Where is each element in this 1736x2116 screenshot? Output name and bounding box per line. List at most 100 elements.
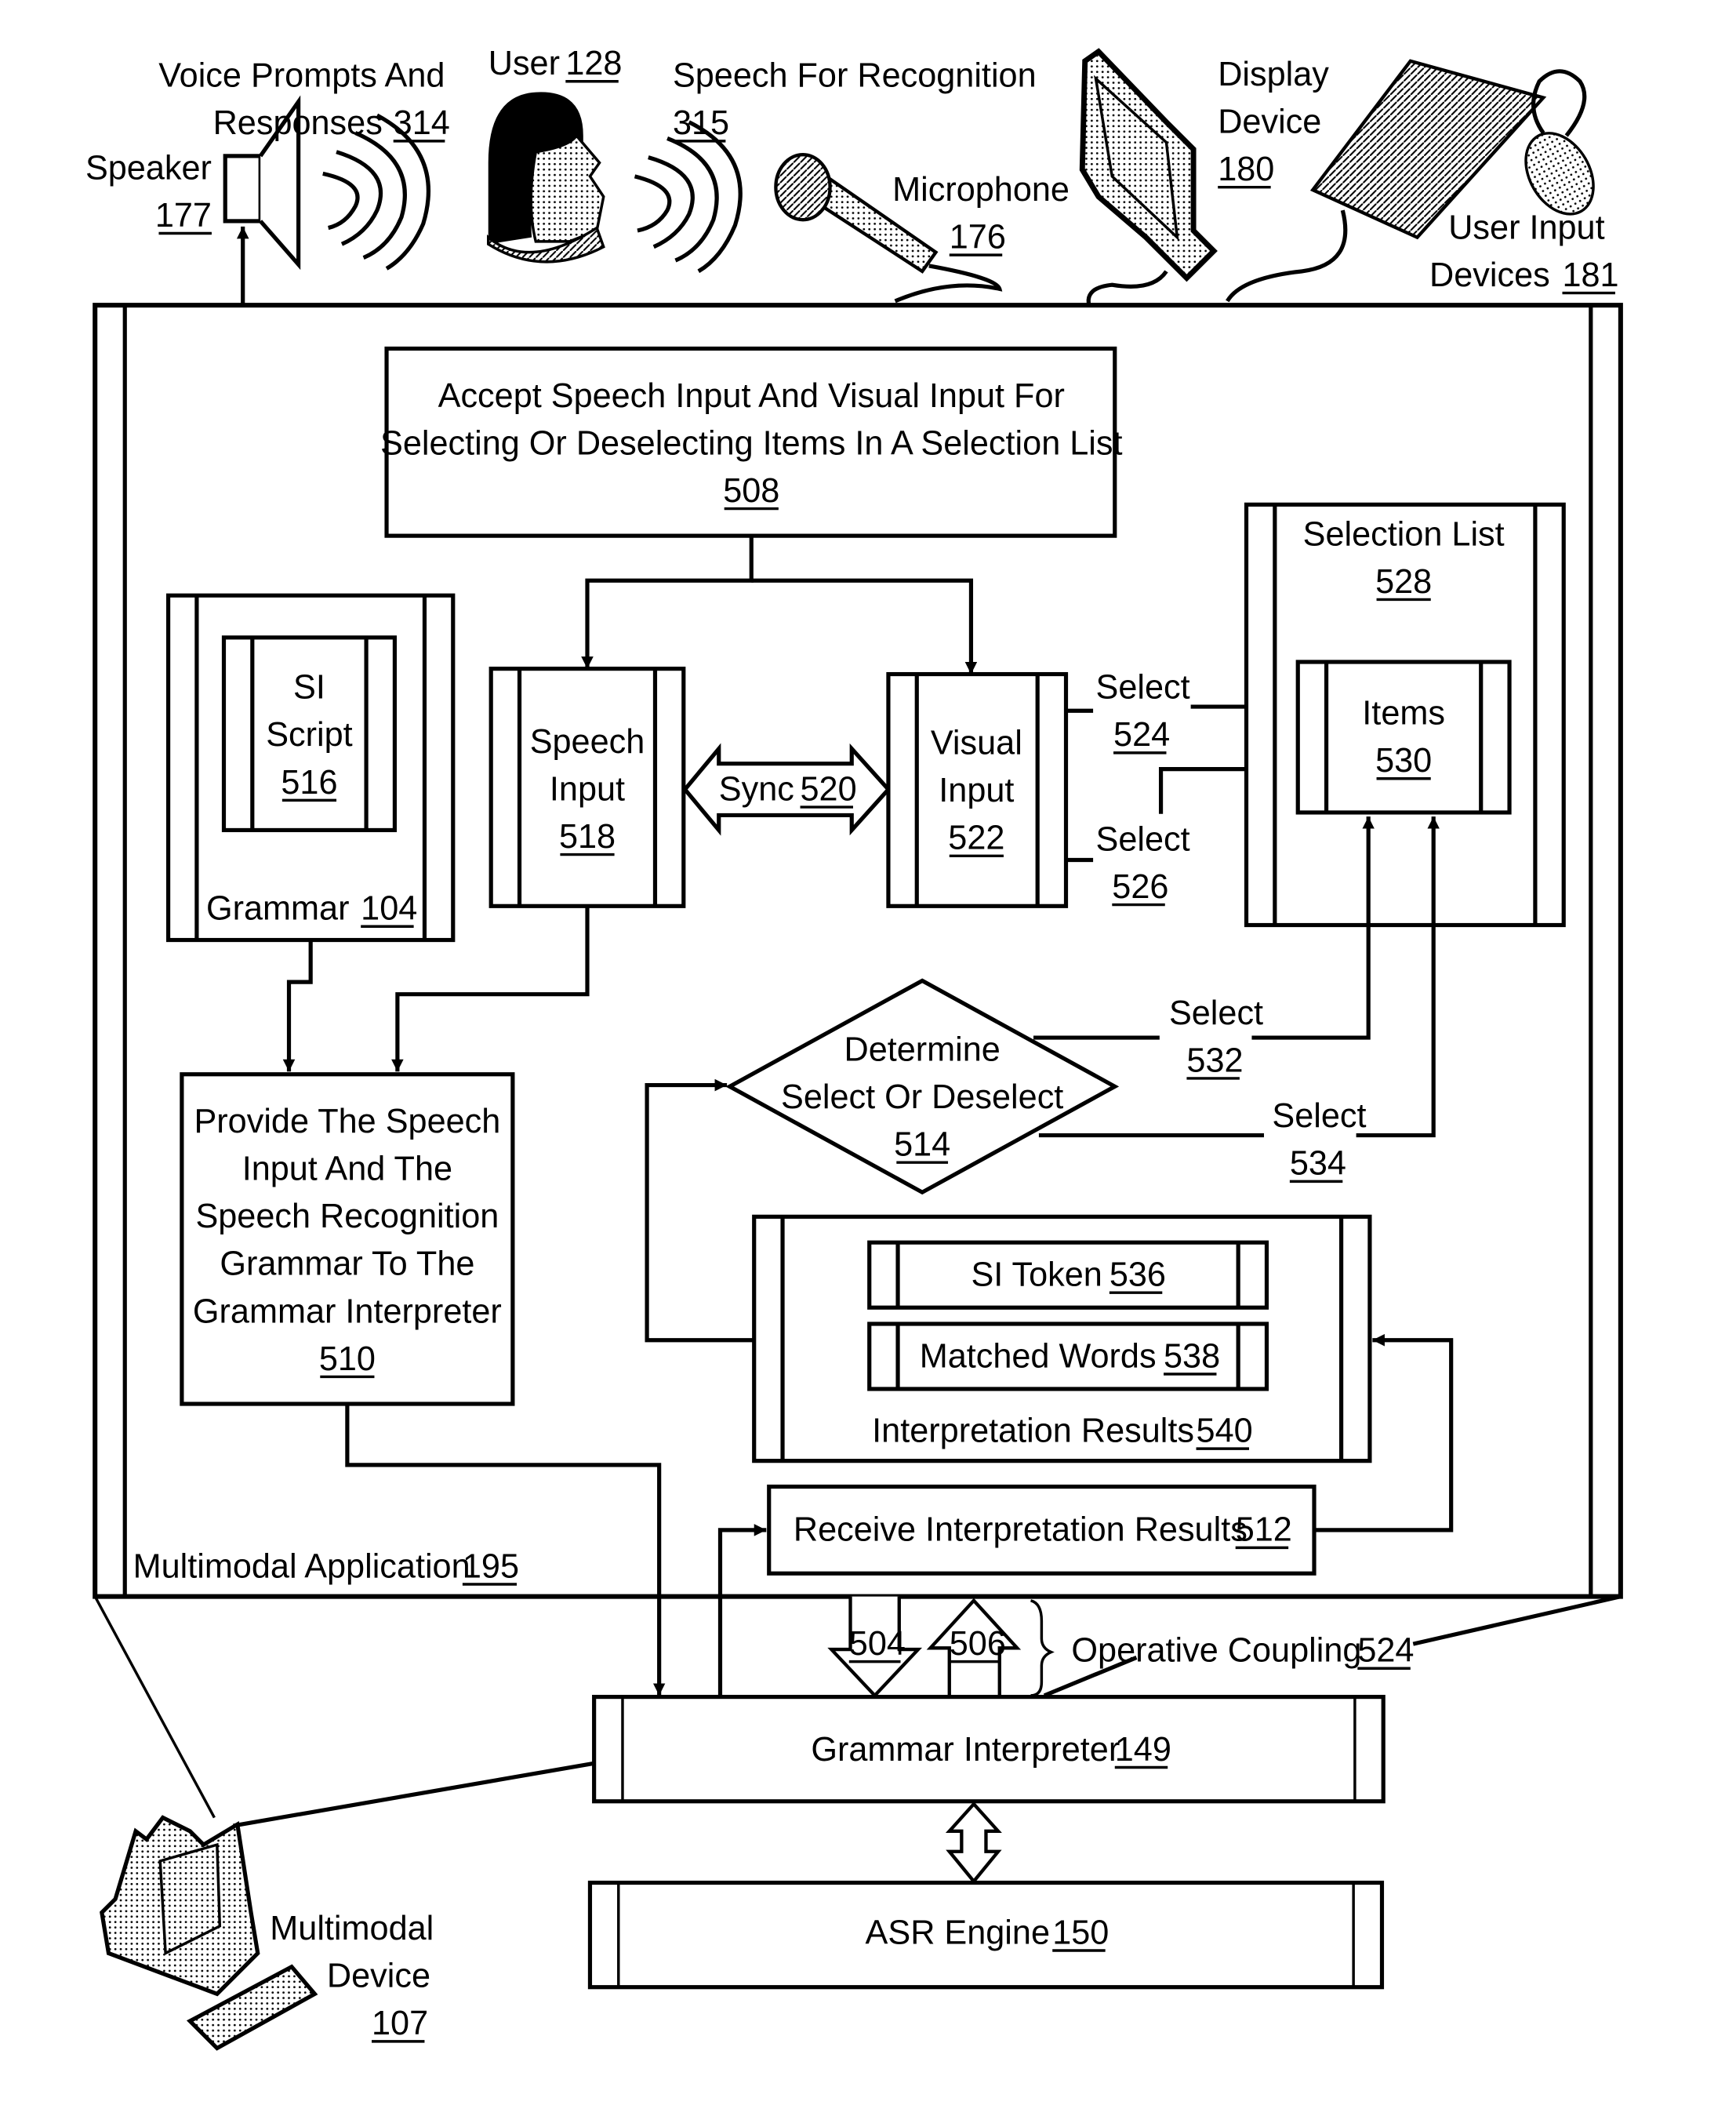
multimodal-application-ref: 195	[463, 1547, 519, 1585]
si-script-ref: 516	[281, 764, 337, 802]
select-526-label: Select	[1096, 820, 1190, 858]
grammar-interpreter-ref: 149	[1115, 1731, 1171, 1769]
visual-input-ref: 522	[948, 820, 1004, 857]
user-input-devices-label-2: Devices	[1429, 256, 1550, 294]
decision-ref: 514	[894, 1126, 950, 1164]
user-input-devices-label-1: User Input	[1448, 209, 1604, 246]
arrow-grammar-interpreter-to-512	[717, 1524, 767, 1696]
speech-input-518: Speech Input 518	[488, 667, 686, 908]
visual-input-line-1: Visual	[931, 725, 1022, 762]
device-connector-left	[93, 1595, 216, 1819]
step-508-accept-input: Accept Speech Input And Visual Input For…	[380, 346, 1123, 538]
arrow-interpreter-asr	[945, 1801, 1002, 1885]
voice-prompts-ref: 314	[394, 104, 450, 142]
speech-input-line-2: Input	[550, 770, 625, 808]
si-script-516: SI Script 516	[221, 635, 398, 833]
display-device-label-2: Device	[1218, 103, 1321, 140]
step-512-receive-results: Receive Interpretation Results 512	[767, 1484, 1317, 1576]
display-device-ref: 180	[1218, 151, 1274, 188]
multimodal-device-icon: Multimodal Device 107	[100, 1815, 434, 2051]
si-token-ref: 536	[1110, 1256, 1166, 1294]
speech-input-line-1: Speech	[530, 723, 645, 761]
device-connector-right	[233, 1761, 595, 1828]
si-script-line-2: Script	[266, 716, 352, 754]
sync-ref: 520	[801, 770, 857, 808]
step-510-provide-input: Provide The Speech Input And The Speech …	[180, 1072, 515, 1406]
speech-for-recognition-ref: 315	[673, 104, 729, 142]
select-532-label: Select	[1169, 994, 1263, 1032]
arrow-506-ref: 506	[950, 1625, 1006, 1663]
step-510-line-3: Speech Recognition	[195, 1198, 499, 1235]
decision-line-2: Select Or Deselect	[781, 1078, 1063, 1116]
grammar-interpreter-label: Grammar Interpreter	[811, 1731, 1120, 1769]
microphone-label: Microphone	[892, 171, 1070, 209]
selection-list-label: Selection List	[1303, 515, 1505, 553]
speech-for-recognition-label: Speech For Recognition	[673, 57, 1037, 95]
display-device-label-1: Display	[1218, 56, 1329, 93]
multimodal-diagram: Speaker 177 Voice Prompts And Responses …	[85, 45, 1623, 2051]
sync-520-arrow: Sync 520	[682, 743, 892, 836]
speaker-label: Speaker	[85, 149, 212, 187]
user-input-devices-icon: User Input Devices 181	[1226, 59, 1619, 303]
arrow-540-to-514	[645, 1078, 754, 1343]
visual-input-522: Visual Input 522	[886, 671, 1069, 908]
operative-coupling: Operative Coupling 524	[1030, 1594, 1622, 1698]
select-524-ref: 524	[1113, 716, 1170, 754]
voice-prompts-label-2: Responses	[213, 104, 383, 142]
asr-engine-label: ASR Engine	[866, 1914, 1050, 1951]
operative-coupling-ref: 524	[1357, 1632, 1414, 1670]
si-token-label: SI Token	[971, 1256, 1102, 1294]
asr-engine-150: ASR Engine 150	[587, 1880, 1385, 1990]
arrow-508-to-522	[751, 578, 978, 674]
arrow-504: 504	[827, 1596, 922, 1699]
items-ref: 530	[1375, 742, 1432, 780]
grammar-ref: 104	[361, 890, 417, 928]
items-label: Items	[1362, 695, 1445, 733]
multimodal-device-ref: 107	[372, 2005, 428, 2042]
decision-line-1: Determine	[844, 1031, 1000, 1068]
step-510-line-1: Provide The Speech	[194, 1103, 500, 1140]
user-input-devices-ref: 181	[1562, 256, 1618, 294]
step-512-ref: 512	[1236, 1511, 1292, 1549]
multimodal-device-label-1: Multimodal	[270, 1910, 434, 1947]
items-530: Items 530	[1295, 660, 1512, 815]
multimodal-device-label-2: Device	[327, 1958, 430, 1995]
microphone-ref: 176	[950, 218, 1006, 256]
grammar-label: Grammar	[206, 890, 349, 928]
operative-coupling-label: Operative Coupling	[1071, 1632, 1361, 1670]
step-510-line-2: Input And The	[242, 1151, 452, 1188]
user-head-icon: User 128	[487, 45, 622, 264]
interpretation-results-label: Interpretation Results	[872, 1412, 1194, 1449]
matched-words-label: Matched Words	[920, 1337, 1157, 1375]
user-ref: 128	[565, 45, 622, 82]
grammar-interpreter-149: Grammar Interpreter 149	[592, 1694, 1386, 1804]
select-534-ref: 534	[1290, 1145, 1346, 1183]
matched-words-538: Matched Words 538	[867, 1322, 1269, 1391]
arrow-506: 506	[926, 1598, 1022, 1696]
decision-514: Determine Select Or Deselect 514	[725, 978, 1120, 1195]
speaker-icon	[223, 154, 263, 224]
asr-engine-ref: 150	[1052, 1914, 1109, 1951]
step-508-ref: 508	[723, 472, 779, 510]
voice-prompts-label-1: Voice Prompts And	[158, 57, 445, 95]
microphone-icon: Microphone 176	[774, 152, 1070, 304]
visual-input-line-2: Input	[939, 772, 1014, 809]
select-532-ref: 532	[1186, 1042, 1243, 1079]
selection-list-ref: 528	[1375, 563, 1432, 601]
arrow-504-ref: 504	[849, 1625, 906, 1663]
interpretation-results-ref: 540	[1197, 1412, 1253, 1449]
step-508-line-2: Selecting Or Deselecting Items In A Sele…	[380, 424, 1123, 462]
step-510-ref: 510	[319, 1340, 376, 1378]
select-526-ref: 526	[1112, 868, 1168, 906]
step-510-line-5: Grammar Interpreter	[193, 1293, 502, 1330]
si-token-536: SI Token 536	[867, 1240, 1269, 1310]
arrow-grammar-to-510	[282, 940, 313, 1072]
user-label: User	[488, 45, 560, 82]
step-510-line-4: Grammar To The	[220, 1245, 474, 1283]
step-508-line-1: Accept Speech Input And Visual Input For	[438, 377, 1065, 415]
matched-words-ref: 538	[1164, 1337, 1220, 1375]
sync-label: Sync	[719, 770, 794, 808]
speaker-ref: 177	[155, 197, 212, 235]
speech-input-ref: 518	[559, 818, 616, 856]
step-512-label: Receive Interpretation Results	[794, 1511, 1248, 1549]
